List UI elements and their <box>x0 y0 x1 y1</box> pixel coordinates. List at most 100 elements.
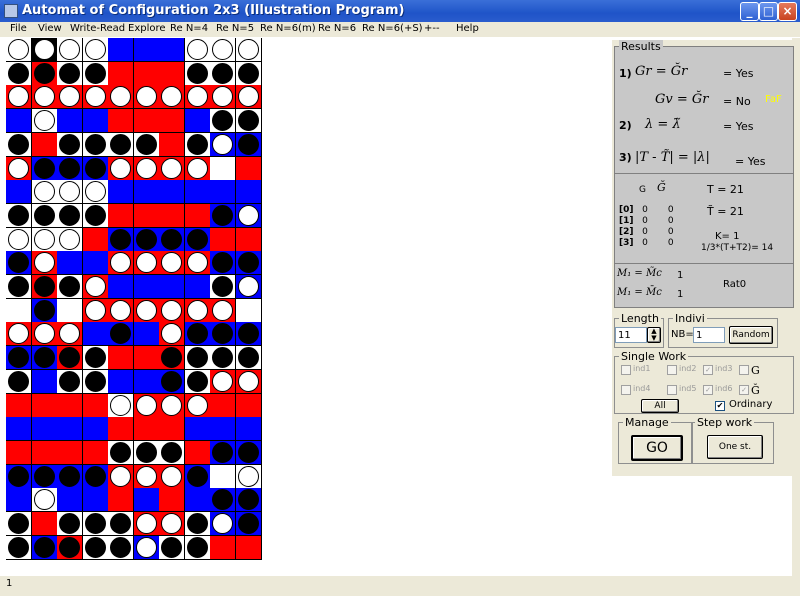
board-cell <box>184 298 211 323</box>
board-cell <box>210 132 236 157</box>
black-disc <box>33 204 55 226</box>
menu-item-write-read[interactable]: Write-Read <box>70 23 125 34</box>
board-cell <box>159 298 185 323</box>
board-cell <box>210 393 236 418</box>
white-disc <box>186 157 208 179</box>
board-cell <box>57 535 83 560</box>
board-cell <box>6 322 32 347</box>
board-cell <box>57 251 83 276</box>
black-disc <box>161 441 182 463</box>
white-disc <box>33 110 55 132</box>
board-cell <box>159 203 185 228</box>
go-button[interactable]: GO <box>631 435 683 461</box>
maximize-button[interactable]: □ <box>759 2 778 21</box>
menu-item-re-n-6-s[interactable]: Re N=6(+S) <box>362 23 423 34</box>
board-cell <box>31 156 58 181</box>
board-cell <box>235 369 262 394</box>
single-work-checkbox[interactable] <box>621 385 631 395</box>
t-tilde-value: T̃ = 21 <box>707 205 744 218</box>
board-cell <box>108 85 134 110</box>
board-cell <box>133 464 160 489</box>
all-button[interactable]: All <box>641 399 679 413</box>
board-cell <box>82 38 109 62</box>
results-separator <box>615 263 793 264</box>
board-cell <box>57 38 83 62</box>
menu-item-re-n-6[interactable]: Re N=6 <box>318 23 356 34</box>
board-cell <box>184 109 211 134</box>
m2-value: 1 <box>677 289 684 300</box>
single-work-checkbox[interactable] <box>621 365 631 375</box>
minimize-button[interactable]: _ <box>740 2 759 21</box>
white-disc <box>135 465 157 487</box>
menu-item-view[interactable]: View <box>38 23 62 34</box>
single-work-checkbox[interactable] <box>667 385 677 395</box>
board-cell <box>57 85 83 110</box>
status-text: 1 <box>6 578 13 589</box>
step-work-label: Step work <box>695 416 755 429</box>
white-disc <box>135 86 157 108</box>
board-cell <box>133 38 160 62</box>
board-cell <box>184 38 211 62</box>
board-cell <box>6 180 32 205</box>
board-cell <box>57 109 83 134</box>
ordinary-checkbox[interactable]: ✔ <box>715 401 725 411</box>
board-cell <box>210 203 236 228</box>
board-cell <box>184 275 211 299</box>
menu-item-[interactable]: +-- <box>424 23 440 34</box>
white-disc <box>59 86 80 108</box>
board-cell <box>82 346 109 371</box>
board-cell <box>159 275 185 299</box>
length-spinner[interactable]: ▲ ▼ <box>647 327 661 343</box>
single-work-checkbox[interactable] <box>667 365 677 375</box>
white-disc <box>84 276 106 297</box>
board-cell <box>235 298 262 323</box>
board-cell <box>82 440 109 465</box>
close-button[interactable]: × <box>778 2 797 21</box>
white-disc <box>33 323 55 345</box>
nb-input[interactable] <box>693 327 725 343</box>
board-cell <box>235 251 262 276</box>
menu-item-re-n-5[interactable]: Re N=5 <box>216 23 254 34</box>
board-cell <box>31 109 58 134</box>
single-work-checkbox[interactable]: ✓ <box>703 365 713 375</box>
single-work-checkbox[interactable]: ✓ <box>739 385 749 395</box>
board-cell <box>210 109 236 134</box>
black-disc <box>33 347 55 369</box>
board-cell <box>31 440 58 465</box>
indivi-box: Indivi NB= Random <box>668 312 778 348</box>
single-work-label: ind5 <box>679 384 697 393</box>
board-cell <box>82 275 109 299</box>
board-cell <box>133 369 160 394</box>
white-disc <box>237 204 259 226</box>
black-disc <box>237 252 259 274</box>
manage-label: Manage <box>623 416 671 429</box>
single-work-checkbox[interactable]: ✓ <box>703 385 713 395</box>
black-disc <box>110 323 131 345</box>
single-work-label: ind2 <box>679 364 697 373</box>
board-cell <box>210 275 236 299</box>
random-button[interactable]: Random <box>729 326 773 344</box>
white-disc <box>186 86 208 108</box>
black-disc <box>186 62 208 84</box>
white-disc <box>110 299 131 321</box>
white-disc <box>33 86 55 108</box>
black-disc <box>8 465 29 487</box>
menu-item-re-n-6-m[interactable]: Re N=6(m) <box>260 23 316 34</box>
one-step-button[interactable]: One st. <box>707 435 763 459</box>
single-work-checkbox[interactable] <box>739 365 749 375</box>
menu-item-explore[interactable]: Explore <box>128 23 166 34</box>
board-cell <box>184 464 211 489</box>
result-3-expression: |T - T̃| = |λ| <box>635 150 710 165</box>
black-disc <box>186 465 208 487</box>
board-cell <box>108 298 134 323</box>
length-input[interactable] <box>615 327 647 343</box>
board-cell <box>159 322 185 347</box>
black-disc <box>135 441 157 463</box>
black-disc <box>186 513 208 534</box>
menu-item-re-n-4[interactable]: Re N=4 <box>170 23 208 34</box>
board-cell <box>184 369 211 394</box>
black-disc <box>237 62 259 84</box>
menu-item-help[interactable]: Help <box>456 23 479 34</box>
menu-item-file[interactable]: File <box>10 23 27 34</box>
board-cell <box>31 180 58 205</box>
